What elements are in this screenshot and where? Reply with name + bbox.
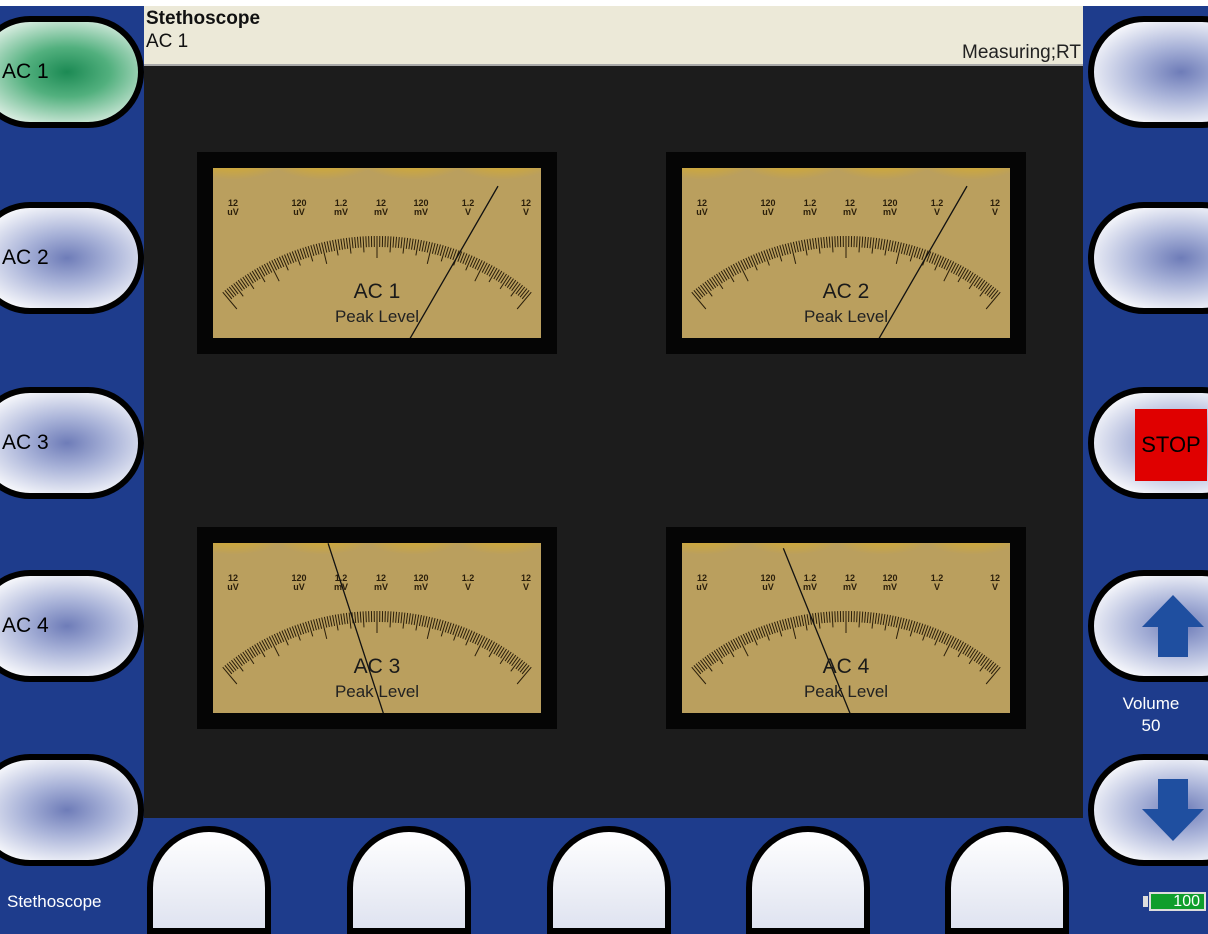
ac3-button[interactable]: AC 3 bbox=[0, 387, 144, 499]
scale-label: mV bbox=[334, 207, 348, 217]
meter-name: AC 2 bbox=[682, 280, 1010, 304]
scale-label: uV bbox=[696, 582, 708, 592]
arrow-down-icon bbox=[1138, 775, 1208, 845]
meter-subtitle: Peak Level bbox=[213, 682, 541, 702]
bottom-button-4[interactable] bbox=[746, 826, 870, 934]
volume-label: Volume bbox=[1106, 693, 1196, 715]
mode-status: Stethoscope bbox=[7, 892, 102, 912]
meter-subtitle: Peak Level bbox=[682, 682, 1010, 702]
scale-label: mV bbox=[843, 207, 857, 217]
ac2-button[interactable]: AC 2 bbox=[0, 202, 144, 314]
scale-label: V bbox=[992, 582, 998, 592]
scale-label: mV bbox=[883, 582, 897, 592]
scale-label: mV bbox=[843, 582, 857, 592]
scale-label: mV bbox=[803, 207, 817, 217]
bottom-button-1[interactable] bbox=[147, 826, 271, 934]
scale-label: V bbox=[523, 582, 529, 592]
scale-label: mV bbox=[414, 582, 428, 592]
scale-label: uV bbox=[762, 582, 774, 592]
scale-label: uV bbox=[762, 207, 774, 217]
ac1-button[interactable]: AC 1 bbox=[0, 16, 144, 128]
bottom-button-5[interactable] bbox=[945, 826, 1069, 934]
ac2-button-label: AC 2 bbox=[2, 246, 49, 270]
scale-label: V bbox=[934, 207, 940, 217]
volume-up-button[interactable] bbox=[1088, 570, 1208, 682]
meter-subtitle: Peak Level bbox=[682, 307, 1010, 327]
scale-label: uV bbox=[227, 207, 239, 217]
scale-label: uV bbox=[293, 207, 305, 217]
meter-ac4: 12uV120uV1.2mV12mV120mV1.2V12VAC 4Peak L… bbox=[666, 527, 1026, 729]
meter-face: 12uV120uV1.2mV12mV120mV1.2V12VAC 1Peak L… bbox=[213, 168, 541, 338]
meter-name: AC 3 bbox=[213, 655, 541, 679]
scale-label: mV bbox=[374, 582, 388, 592]
arrow-up-icon bbox=[1138, 591, 1208, 661]
meter-ac2: 12uV120uV1.2mV12mV120mV1.2V12VAC 2Peak L… bbox=[666, 152, 1026, 354]
scale-label: uV bbox=[696, 207, 708, 217]
battery-icon bbox=[1143, 896, 1148, 907]
scale-label: mV bbox=[883, 207, 897, 217]
bottom-button-3[interactable] bbox=[547, 826, 671, 934]
scale-label: mV bbox=[414, 207, 428, 217]
scale-label: V bbox=[465, 582, 471, 592]
volume-down-button[interactable] bbox=[1088, 754, 1208, 866]
scale-label: V bbox=[465, 207, 471, 217]
right-blank-button-2[interactable] bbox=[1088, 202, 1208, 314]
scale-label: uV bbox=[227, 582, 239, 592]
meter-ac1: 12uV120uV1.2mV12mV120mV1.2V12VAC 1Peak L… bbox=[197, 152, 557, 354]
channel-label: AC 1 bbox=[146, 31, 188, 53]
page-title: Stethoscope bbox=[146, 8, 260, 30]
volume-readout: Volume 50 bbox=[1106, 693, 1196, 737]
scale-label: uV bbox=[293, 582, 305, 592]
scale-label: V bbox=[934, 582, 940, 592]
scale-label: V bbox=[992, 207, 998, 217]
ac4-button[interactable]: AC 4 bbox=[0, 570, 144, 682]
meter-subtitle: Peak Level bbox=[213, 307, 541, 327]
header-panel: Stethoscope AC 1 Measuring;RT bbox=[144, 6, 1083, 66]
status-text: Measuring;RT bbox=[962, 42, 1081, 64]
meter-face: 12uV120uV1.2mV12mV120mV1.2V12VAC 2Peak L… bbox=[682, 168, 1010, 338]
scale-label: mV bbox=[374, 207, 388, 217]
battery-level: 100 bbox=[1149, 892, 1206, 911]
scale-label: mV bbox=[803, 582, 817, 592]
ac1-button-label: AC 1 bbox=[2, 60, 49, 84]
left-blank-button[interactable] bbox=[0, 754, 144, 866]
meter-face: 12uV120uV1.2mV12mV120mV1.2V12VAC 3Peak L… bbox=[213, 543, 541, 713]
meter-name: AC 1 bbox=[213, 280, 541, 304]
meter-face: 12uV120uV1.2mV12mV120mV1.2V12VAC 4Peak L… bbox=[682, 543, 1010, 713]
right-blank-button-1[interactable] bbox=[1088, 16, 1208, 128]
ac4-button-label: AC 4 bbox=[2, 614, 49, 638]
scale-label: V bbox=[523, 207, 529, 217]
volume-value: 50 bbox=[1106, 715, 1196, 737]
meter-ac3: 12uV120uV1.2mV12mV120mV1.2V12VAC 3Peak L… bbox=[197, 527, 557, 729]
ac3-button-label: AC 3 bbox=[2, 431, 49, 455]
stop-button[interactable]: STOP bbox=[1135, 409, 1207, 481]
meter-name: AC 4 bbox=[682, 655, 1010, 679]
bottom-button-2[interactable] bbox=[347, 826, 471, 934]
